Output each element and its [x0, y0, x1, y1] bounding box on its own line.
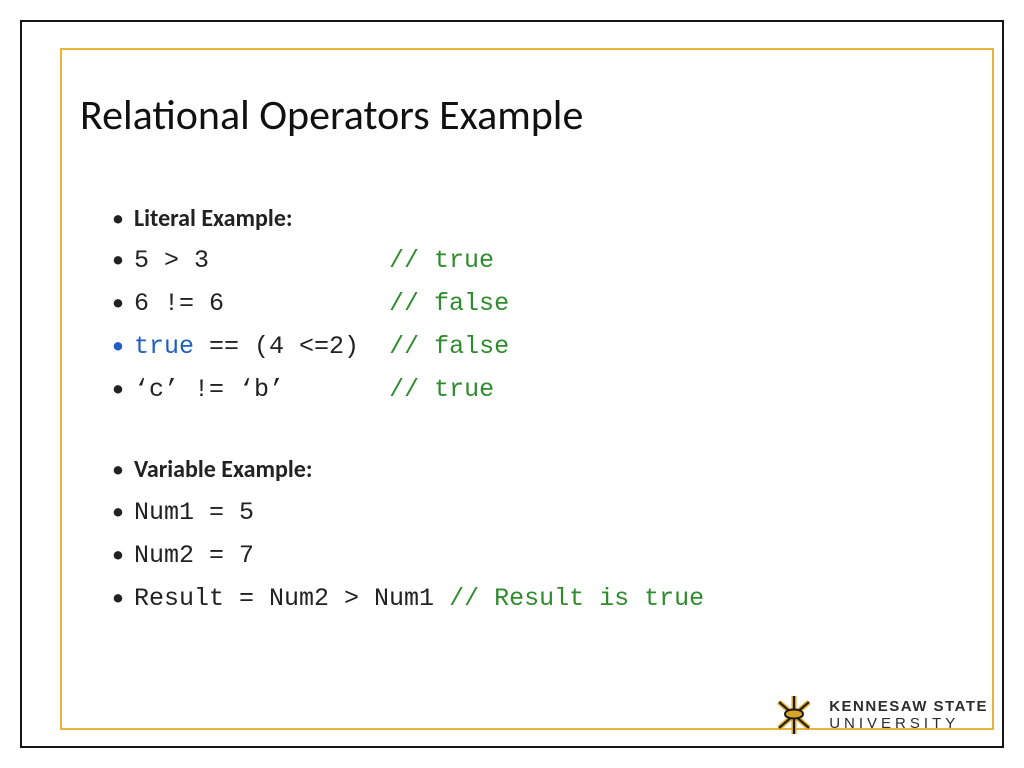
variable-row-2: Result = Num2 > Num1 // Result is true	[112, 577, 932, 620]
variable-row-0: Num1 = 5	[112, 491, 932, 534]
literal-row-0: 5 > 3 // true	[112, 239, 932, 282]
logo-line-1: KENNESAW STATE	[829, 699, 988, 714]
literal-row-2: true == (4 <=2) // false	[112, 325, 932, 368]
logo-text: KENNESAW STATE UNIVERSITY	[829, 699, 988, 731]
heading-literal: Literal Example:	[112, 198, 932, 239]
slide-content: Literal Example: 5 > 3 // true 6 != 6 //…	[112, 198, 932, 620]
heading-literal-text: Literal Example:	[134, 204, 293, 233]
university-logo: KENNESAW STATE UNIVERSITY	[771, 692, 988, 738]
slide-title: Relational Operators Example	[80, 90, 583, 141]
logo-mark-icon	[771, 692, 817, 738]
literal-row-3: ‘c’ != ‘b’ // true	[112, 368, 932, 411]
variable-row-1: Num2 = 7	[112, 534, 932, 577]
spacer	[112, 411, 932, 449]
literal-row-1: 6 != 6 // false	[112, 282, 932, 325]
logo-line-2: UNIVERSITY	[829, 716, 988, 731]
heading-variable-text: Variable Example:	[134, 455, 312, 484]
heading-variable: Variable Example:	[112, 449, 932, 490]
